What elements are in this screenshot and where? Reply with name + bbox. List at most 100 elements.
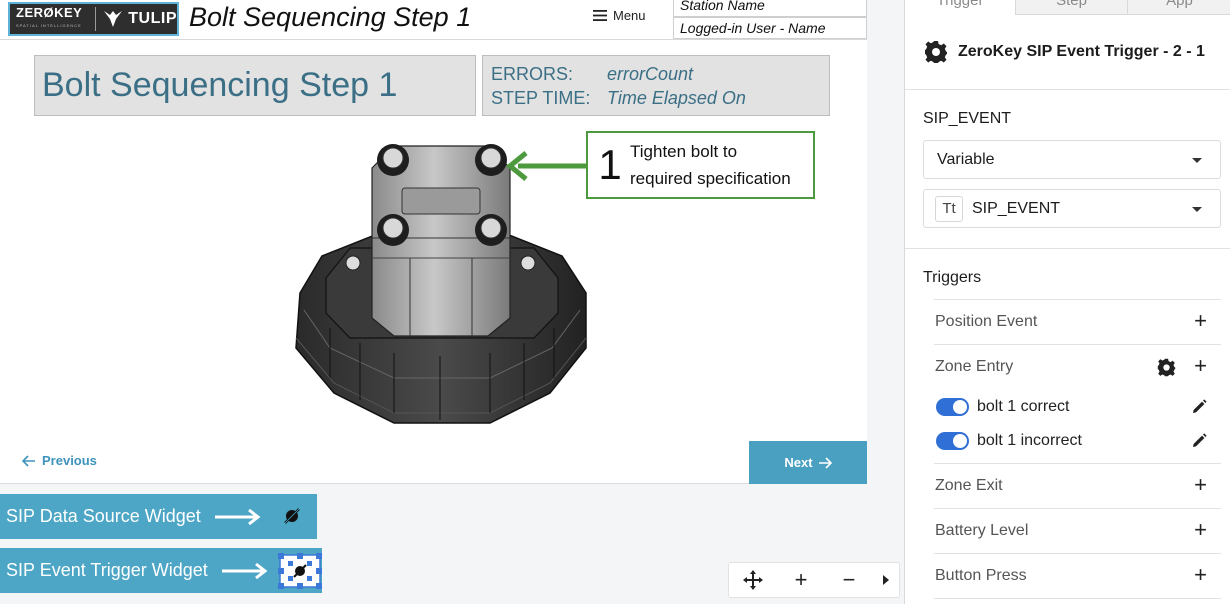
sub-trigger-bolt-1-incorrect[interactable]: bolt 1 incorrect (936, 426, 1221, 456)
logo: ZERØKEY SPATIAL INTELLIGENCE TULIP (8, 2, 179, 36)
trigger-label: Zone Entry (935, 358, 1014, 375)
callout-arrow (506, 151, 588, 181)
zoom-in-button[interactable]: + (777, 563, 825, 597)
add-trigger-button[interactable]: + (1194, 355, 1207, 377)
errors-value: errorCount (607, 64, 694, 84)
expand-button[interactable] (873, 563, 899, 597)
add-trigger-button[interactable]: + (1194, 519, 1207, 541)
menu-label: Menu (613, 8, 646, 23)
enabled-toggle[interactable] (936, 398, 969, 416)
zerokey-tagline: SPATIAL INTELLIGENCE (16, 23, 82, 28)
sub-trigger-label: bolt 1 incorrect (977, 432, 1082, 449)
callout-text: Tighten bolt to required specification (630, 138, 791, 192)
errors-label: ERRORS: (491, 64, 574, 84)
arrow-left-icon (22, 454, 35, 467)
source-type-select[interactable]: Variable (923, 140, 1221, 179)
trigger-row-zone-entry[interactable]: Zone Entry + (934, 344, 1221, 389)
panel-tabs: Trigger Step App (905, 0, 1230, 15)
callout-line-1: Tighten bolt to (630, 142, 738, 161)
eye-slash-icon[interactable] (282, 506, 302, 526)
tab-step[interactable]: Step (1016, 0, 1128, 15)
arrow-right-icon (221, 562, 268, 579)
gear-icon[interactable] (1157, 358, 1176, 377)
pencil-icon[interactable] (1191, 399, 1207, 415)
variable-value: SIP_EVENT (972, 199, 1061, 217)
annotation-data-source-label: SIP Data Source Widget (6, 506, 201, 526)
logo-divider (95, 7, 97, 31)
trigger-label: Position Event (935, 313, 1038, 330)
trigger-label: Zone Exit (935, 477, 1003, 494)
arrow-right-icon (818, 456, 832, 469)
tab-app-label: App (1166, 0, 1193, 9)
callout-line-2: required specification (630, 169, 791, 188)
step-info-box: ERRORS: errorCount STEP TIME: Time Elaps… (482, 55, 830, 116)
trigger-label: Battery Level (935, 522, 1029, 539)
selected-widget-handle[interactable] (278, 553, 322, 589)
trigger-title: ZeroKey SIP Event Trigger - 2 - 1 (924, 40, 1205, 64)
tab-step-label: Step (1056, 0, 1087, 9)
step-title: Bolt Sequencing Step 1 (34, 55, 476, 116)
divider (905, 248, 1230, 249)
divider (934, 598, 1221, 599)
text-type-icon: Tt (935, 195, 963, 222)
trigger-panel: Trigger Step App ZeroKey SIP Event Trigg… (904, 0, 1230, 604)
instruction-callout: 1 Tighten bolt to required specification (586, 131, 815, 199)
previous-label: Previous (42, 453, 97, 468)
sub-trigger-bolt-1-correct[interactable]: bolt 1 correct (936, 392, 1221, 422)
app-header: ZERØKEY SPATIAL INTELLIGENCE TULIP Bolt … (0, 0, 867, 40)
tab-trigger[interactable]: Trigger (905, 0, 1016, 15)
move-icon (743, 570, 763, 590)
callout-number: 1 (598, 141, 622, 188)
next-button[interactable]: Next (749, 441, 867, 484)
zoom-out-button[interactable]: − (825, 563, 873, 597)
add-trigger-button[interactable]: + (1194, 474, 1207, 496)
triggers-label: Triggers (923, 269, 982, 286)
trigger-row-battery-level[interactable]: Battery Level + (934, 508, 1221, 553)
variable-select[interactable]: Tt SIP_EVENT (923, 189, 1221, 228)
text-type-badge-label: Tt (942, 200, 956, 217)
menu-button[interactable]: Menu (593, 8, 646, 23)
errors-row: ERRORS: errorCount (491, 64, 829, 88)
divider (905, 89, 1230, 90)
move-button[interactable] (729, 563, 777, 597)
tab-app[interactable]: App (1128, 0, 1230, 15)
chevron-down-icon (1192, 207, 1202, 212)
tulip-icon (104, 11, 123, 27)
station-name: Station Name (673, 0, 867, 17)
gear-icon (925, 41, 947, 63)
caret-right-icon (883, 575, 889, 585)
annotation-event-trigger-widget: SIP Event Trigger Widget (0, 548, 322, 593)
pencil-icon[interactable] (1191, 433, 1207, 449)
previous-button[interactable]: Previous (22, 453, 97, 468)
trigger-row-position-event[interactable]: Position Event + (934, 299, 1221, 344)
zoom-controls: + − (728, 562, 900, 598)
step-time-row: STEP TIME: Time Elapsed On (491, 88, 829, 112)
arrow-right-icon (214, 508, 261, 525)
trigger-label: Button Press (935, 567, 1027, 584)
toggle-knob (953, 434, 967, 448)
sub-trigger-label: bolt 1 correct (977, 398, 1070, 415)
app-canvas: ZERØKEY SPATIAL INTELLIGENCE TULIP Bolt … (0, 0, 867, 484)
step-time-label: STEP TIME: (491, 88, 591, 108)
enabled-toggle[interactable] (936, 432, 969, 450)
app-root: ZERØKEY SPATIAL INTELLIGENCE TULIP Bolt … (0, 0, 1230, 604)
hamburger-icon (593, 10, 607, 21)
trigger-row-zone-exit[interactable]: Zone Exit + (934, 463, 1221, 508)
trigger-title-text: ZeroKey SIP Event Trigger - 2 - 1 (958, 43, 1205, 60)
next-label: Next (784, 455, 813, 470)
add-trigger-button[interactable]: + (1194, 564, 1207, 586)
product-image (295, 144, 587, 424)
add-trigger-button[interactable]: + (1194, 310, 1207, 332)
source-type-value: Variable (937, 150, 995, 168)
zerokey-wordmark: ZERØKEY (16, 5, 83, 20)
zerokey-logo: ZERØKEY SPATIAL INTELLIGENCE (10, 6, 89, 32)
header-title: Bolt Sequencing Step 1 (189, 2, 472, 32)
tulip-wordmark: TULIP (128, 10, 177, 27)
annotation-data-source-widget: SIP Data Source Widget (0, 494, 317, 539)
trigger-row-button-press[interactable]: Button Press + (934, 553, 1221, 598)
step-time-value: Time Elapsed On (607, 88, 746, 108)
logged-in-user: Logged-in User - Name (673, 17, 867, 39)
tulip-logo: TULIP (102, 9, 177, 29)
chevron-down-icon (1192, 158, 1202, 163)
sip-event-label: SIP_EVENT (923, 110, 1012, 127)
